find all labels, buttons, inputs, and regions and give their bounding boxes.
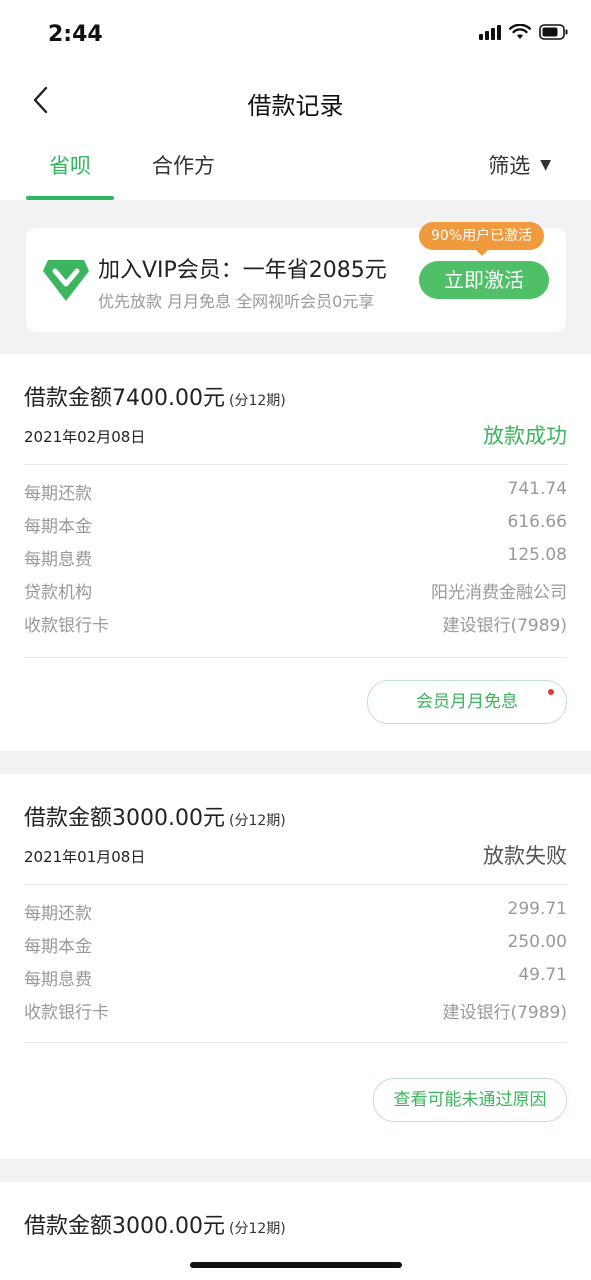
status-time: 2:44	[48, 22, 103, 47]
loan-period: (分12期)	[228, 1221, 286, 1237]
detail-label: 贷款机构	[24, 583, 92, 603]
detail-label: 每期息费	[24, 550, 92, 570]
loan-amount-text: 借款金额3000.00元	[24, 1214, 225, 1239]
vip-promo-card[interactable]: 加入VIP会员：一年省2085元 优先放款 月月免息 全网视听会员0元享 90%…	[26, 222, 566, 332]
detail-value: 建设银行(7989)	[442, 616, 567, 636]
filter-label: 筛选	[488, 154, 531, 178]
detail-row: 贷款机构 阳光消费金融公司	[24, 578, 567, 611]
detail-label: 每期息费	[24, 970, 92, 990]
view-rejection-reason-button[interactable]: 查看可能未通过原因	[373, 1078, 567, 1122]
loan-amount-text: 借款金额3000.00元	[24, 806, 225, 831]
notification-dot	[548, 689, 554, 695]
loan-amount: 借款金额3000.00元 (分12期)	[24, 1208, 286, 1240]
detail-value: 49.71	[518, 965, 567, 985]
loan-period: (分12期)	[228, 813, 286, 829]
detail-row: 每期本金 250.00	[24, 932, 567, 965]
tab-partner[interactable]: 合作方	[152, 150, 215, 180]
detail-row: 收款银行卡 建设银行(7989)	[24, 611, 567, 644]
vip-diamond-icon	[42, 258, 90, 306]
detail-label: 每期本金	[24, 937, 92, 957]
caret-down-icon: ▼	[540, 157, 551, 173]
detail-label: 每期还款	[24, 484, 92, 504]
detail-label: 收款银行卡	[24, 1003, 109, 1023]
member-interest-free-button[interactable]: 会员月月免息	[367, 680, 567, 724]
detail-value: 299.71	[507, 899, 567, 919]
detail-row: 收款银行卡 建设银行(7989)	[24, 998, 567, 1031]
status-icons	[479, 24, 569, 40]
loan-period: (分12期)	[228, 393, 286, 409]
signal-icon	[479, 24, 501, 40]
loan-status: 放款失败	[483, 844, 567, 868]
wifi-icon	[509, 24, 531, 40]
battery-icon	[539, 24, 569, 40]
status-bar: 2:44	[0, 0, 591, 70]
loan-amount: 借款金额3000.00元 (分12期)	[24, 800, 286, 832]
tab-bar: 省呗 合作方 筛选 ▼	[0, 130, 591, 200]
detail-row: 每期本金 616.66	[24, 512, 567, 545]
loan-status: 放款成功	[483, 424, 567, 448]
divider	[24, 657, 567, 658]
loan-amount: 借款金额7400.00元 (分12期)	[24, 380, 286, 412]
page-title: 借款记录	[247, 92, 344, 120]
detail-value: 741.74	[507, 479, 567, 499]
detail-value: 125.08	[507, 545, 567, 565]
divider	[24, 884, 567, 885]
detail-row: 每期息费 125.08	[24, 545, 567, 578]
detail-row: 每期息费 49.71	[24, 965, 567, 998]
navigation-bar: 借款记录	[0, 70, 591, 130]
detail-value: 阳光消费金融公司	[431, 583, 567, 603]
detail-label: 收款银行卡	[24, 616, 109, 636]
active-tab-indicator	[26, 196, 114, 200]
detail-value: 616.66	[507, 512, 567, 532]
loan-date: 2021年02月08日	[24, 428, 146, 446]
promo-badge: 90%用户已激活	[419, 222, 545, 256]
detail-label: 每期本金	[24, 517, 92, 537]
tab-shengbei[interactable]: 省呗	[49, 150, 91, 180]
home-indicator[interactable]	[190, 1262, 402, 1268]
button-label: 查看可能未通过原因	[393, 1090, 547, 1110]
divider	[24, 1042, 567, 1043]
detail-value: 250.00	[507, 932, 567, 952]
button-label: 会员月月免息	[416, 692, 518, 712]
detail-row: 每期还款 299.71	[24, 899, 567, 932]
promo-subtitle: 优先放款 月月免息 全网视听会员0元享	[98, 292, 375, 311]
filter-button[interactable]: 筛选 ▼	[488, 150, 551, 180]
divider	[24, 464, 567, 465]
loan-card[interactable]: 借款金额3000.00元 (分12期) 2021年01月08日 放款失败 每期还款…	[0, 774, 591, 1159]
detail-row: 每期还款 741.74	[24, 479, 567, 512]
loan-amount-text: 借款金额7400.00元	[24, 386, 225, 411]
activate-button[interactable]: 立即激活	[419, 261, 549, 299]
detail-label: 每期还款	[24, 904, 92, 924]
detail-value: 建设银行(7989)	[442, 1003, 567, 1023]
loan-date: 2021年01月08日	[24, 848, 146, 866]
loan-card[interactable]: 借款金额7400.00元 (分12期) 2021年02月08日 放款成功 每期还款…	[0, 354, 591, 751]
promo-title: 加入VIP会员：一年省2085元	[98, 258, 387, 283]
